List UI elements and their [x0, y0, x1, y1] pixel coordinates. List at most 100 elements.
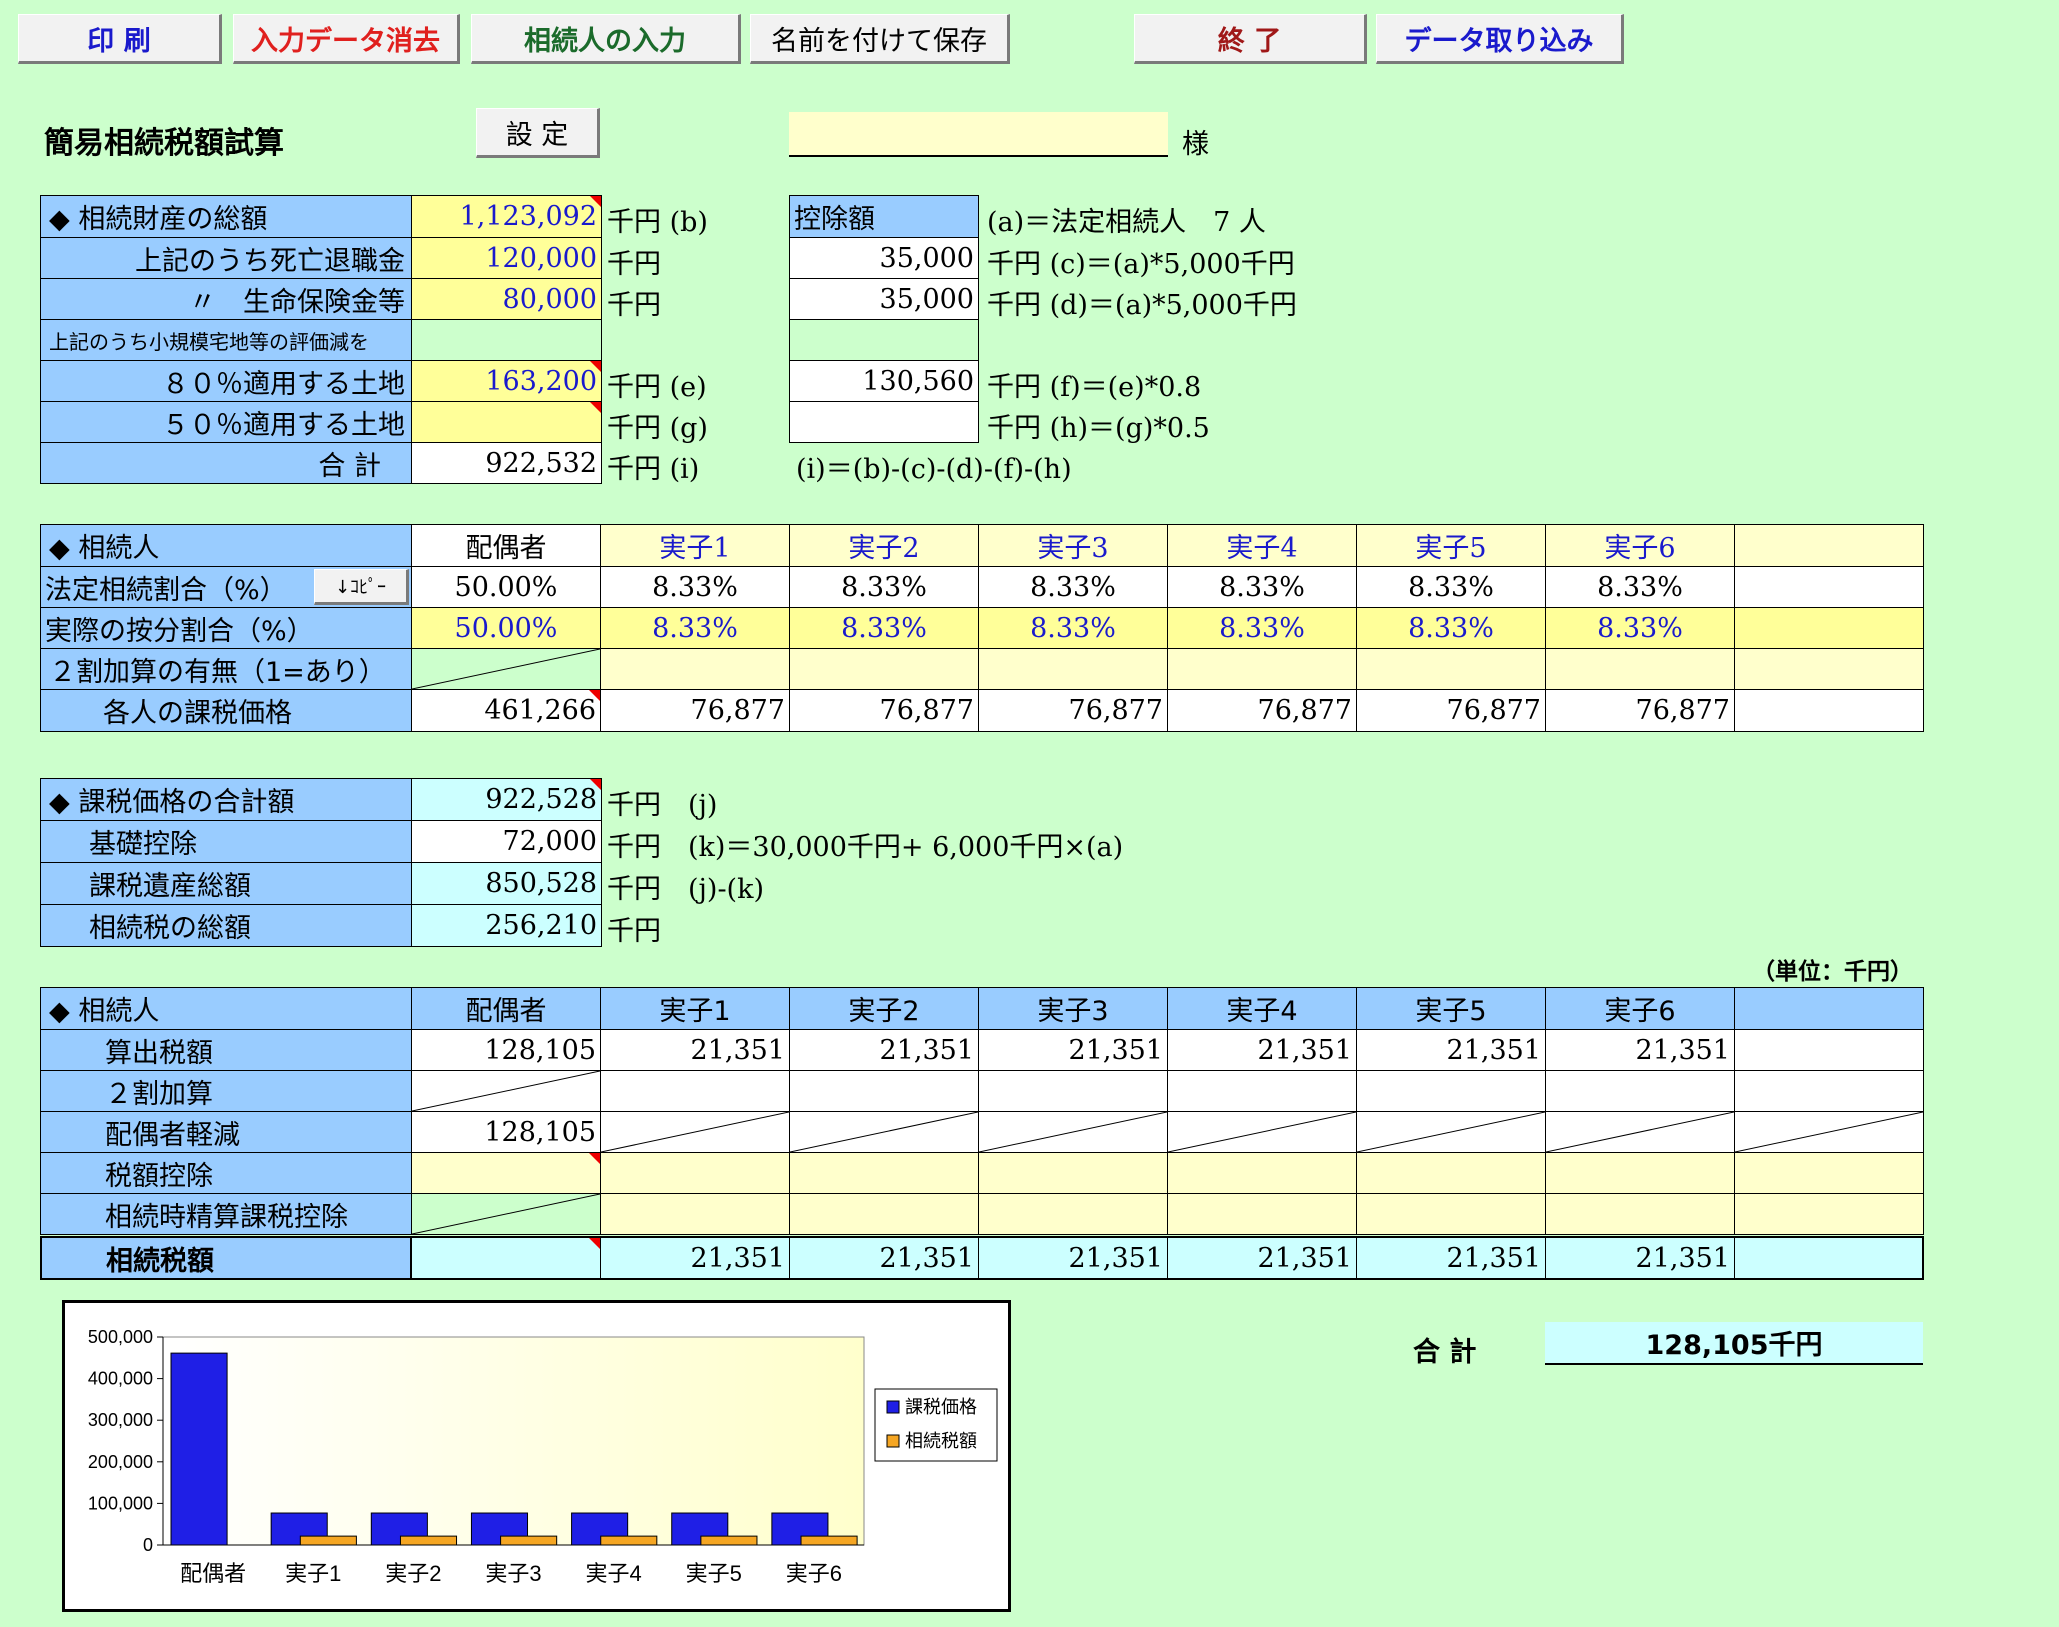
final-tax-0 [411, 1236, 601, 1280]
bar-相続税額-1 [299, 1535, 357, 1546]
retirement-input[interactable]: 120,000 [411, 237, 602, 279]
settlement-credit-7[interactable] [1734, 1193, 1924, 1235]
calc-tax-3: 21,351 [978, 1029, 1168, 1071]
settlement-credit-2[interactable] [789, 1193, 979, 1235]
land50-input[interactable] [411, 401, 602, 443]
actual-ratio-label: 実際の按分割合（%） [40, 607, 412, 649]
spouse-relief-5 [1356, 1111, 1546, 1153]
actual-ratio-5[interactable]: 8.33% [1356, 607, 1546, 649]
estate-total-unit: 千円 (b) [607, 207, 708, 238]
heirs-input-button[interactable]: 相続人の入力 [471, 14, 741, 64]
calc-tax-7 [1734, 1029, 1924, 1071]
summary-unit-1: 千円 (k)＝30,000千円+ 6,000千円×(a) [607, 832, 1124, 863]
legend-swatch [886, 1434, 900, 1448]
diagonal-line [412, 649, 600, 689]
actual-ratio-4[interactable]: 8.33% [1167, 607, 1357, 649]
deduction-f-note: 千円 (f)＝(e)*0.8 [987, 372, 1202, 403]
bar-相続税額-3 [500, 1535, 558, 1546]
estate-sum-value: 922,532 [411, 442, 602, 484]
diagonal-line [412, 1194, 600, 1234]
legal-ratio-0: 50.00% [411, 566, 601, 608]
diagonal-line [1546, 1112, 1734, 1152]
taxable-value-label: 各人の課税価格 [40, 689, 412, 732]
spouse-relief-7 [1734, 1111, 1924, 1153]
legal-ratio-7 [1734, 566, 1924, 608]
save-as-button[interactable]: 名前を付けて保存 [750, 14, 1010, 64]
surcharge-flag-2[interactable] [789, 648, 979, 690]
settlement-credit-0 [411, 1193, 601, 1235]
clear-data-button[interactable]: 入力データ消去 [233, 14, 460, 64]
land80-input[interactable]: 163,200 [411, 360, 602, 402]
tax-credit-6[interactable] [1545, 1152, 1735, 1194]
heir-name-4: 実子4 [1167, 524, 1357, 567]
final-tax-2: 21,351 [789, 1236, 979, 1280]
legend-swatch [886, 1400, 900, 1414]
settlement-credit-6[interactable] [1545, 1193, 1735, 1235]
bar-chart: 0 100,000 200,000 300,000 400,000 500,000 配偶者 実… [62, 1300, 1011, 1612]
tax-credit-3[interactable] [978, 1152, 1168, 1194]
surcharge-flag-7[interactable] [1734, 648, 1924, 690]
tax-credit-5[interactable] [1356, 1152, 1546, 1194]
spouse-relief-0: 128,105 [411, 1111, 601, 1153]
tax-heir-name-0: 配偶者 [411, 987, 601, 1030]
tax-credit-2[interactable] [789, 1152, 979, 1194]
taxable-value-3: 76,877 [978, 689, 1168, 732]
y-tick-label: 300,000 [88, 1410, 153, 1430]
actual-ratio-0[interactable]: 50.00% [411, 607, 601, 649]
summary-value-1: 72,000 [411, 820, 602, 863]
tax-credit-1[interactable] [600, 1152, 790, 1194]
bar-相続税額-6 [800, 1535, 858, 1546]
settings-button[interactable]: 設 定 [476, 108, 600, 158]
deduction-d-note: 千円 (d)＝(a)*5,000千円 [987, 290, 1297, 321]
settlement-credit-1[interactable] [600, 1193, 790, 1235]
y-tick-label: 500,000 [88, 1327, 153, 1347]
actual-ratio-2[interactable]: 8.33% [789, 607, 979, 649]
client-name-field[interactable] [789, 112, 1168, 157]
surcharge-flag-5[interactable] [1356, 648, 1546, 690]
tax-credit-4[interactable] [1167, 1152, 1357, 1194]
actual-ratio-7[interactable] [1734, 607, 1924, 649]
bar-相続税額-5 [700, 1535, 758, 1546]
insurance-input[interactable]: 80,000 [411, 278, 602, 320]
calc-tax-label: 算出税額 [40, 1029, 412, 1071]
import-data-button[interactable]: データ取り込み [1376, 14, 1624, 64]
comment-marker [589, 1238, 600, 1249]
actual-ratio-6[interactable]: 8.33% [1545, 607, 1735, 649]
settlement-credit-4[interactable] [1167, 1193, 1357, 1235]
settlement-credit-label: 相続時精算課税控除 [40, 1193, 412, 1235]
surcharge-flag-3[interactable] [978, 648, 1168, 690]
summary-unit-2: 千円 (j)-(k) [607, 874, 764, 905]
legend-label: 課税価格 [905, 1397, 977, 1418]
deduction-f-value: 130,560 [789, 360, 979, 402]
exit-button[interactable]: 終 了 [1134, 14, 1367, 64]
surcharge-5 [1356, 1070, 1546, 1112]
actual-ratio-3[interactable]: 8.33% [978, 607, 1168, 649]
diagonal-line [1735, 1112, 1923, 1152]
deduction-c-value: 35,000 [789, 237, 979, 279]
estate-total-input[interactable]: 1,123,092 [411, 195, 602, 238]
spouse-relief-3 [978, 1111, 1168, 1153]
tax-credit-0[interactable] [411, 1152, 601, 1194]
surcharge-flag-1[interactable] [600, 648, 790, 690]
taxable-value-4: 76,877 [1167, 689, 1357, 732]
surcharge-2 [789, 1070, 979, 1112]
tax-credit-7[interactable] [1734, 1152, 1924, 1194]
small-land-label: 上記のうち小規模宅地等の評価減を [40, 319, 412, 361]
print-button[interactable]: 印 刷 [18, 14, 222, 64]
land80-unit: 千円 (e) [607, 372, 707, 403]
calc-tax-0: 128,105 [411, 1029, 601, 1071]
settlement-credit-3[interactable] [978, 1193, 1168, 1235]
actual-ratio-1[interactable]: 8.33% [600, 607, 790, 649]
estate-sum-unit: 千円 (i) [607, 454, 700, 485]
surcharge-flag-4[interactable] [1167, 648, 1357, 690]
x-tick-label: 実子3 [485, 1561, 541, 1586]
legal-ratio-4: 8.33% [1167, 566, 1357, 608]
final-tax-7 [1734, 1236, 1924, 1280]
comment-marker [589, 690, 600, 701]
surcharge-1 [600, 1070, 790, 1112]
settlement-credit-5[interactable] [1356, 1193, 1546, 1235]
deduction-h-note: 千円 (h)＝(g)*0.5 [987, 413, 1210, 444]
copy-ratio-button[interactable]: ↓ｺﾋﾟｰ [314, 569, 409, 605]
comment-marker [589, 1153, 600, 1164]
surcharge-flag-6[interactable] [1545, 648, 1735, 690]
